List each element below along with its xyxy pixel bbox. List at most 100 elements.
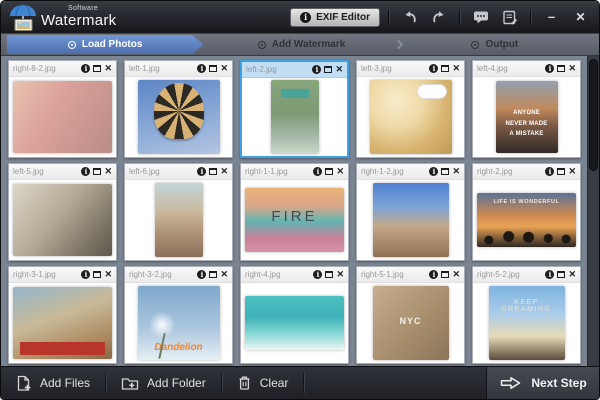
photo-remove-icon[interactable]: ✕: [104, 64, 112, 73]
photo-thumb[interactable]: NYC: [373, 286, 449, 360]
chip-decoration: [281, 89, 309, 98]
photo-info-icon[interactable]: i: [312, 65, 321, 74]
photo-preview-icon[interactable]: [209, 65, 217, 72]
photo-card[interactable]: right-1-2.jpg i ✕: [356, 163, 465, 261]
exif-editor-button[interactable]: i EXIF Editor: [290, 8, 380, 27]
photo-thumb[interactable]: [13, 287, 112, 359]
photo-card-body: [242, 78, 347, 156]
photo-card[interactable]: right-8-2.jpg i ✕: [8, 60, 117, 158]
photo-thumb[interactable]: [245, 296, 344, 350]
photo-filename: left-1.jpg: [129, 64, 194, 73]
photo-card[interactable]: left-1.jpg i ✕: [124, 60, 233, 158]
photo-preview-icon[interactable]: [324, 66, 332, 73]
photo-card[interactable]: left-4.jpg i ✕ ANYONE NEVER MADE A MISTA…: [472, 60, 581, 158]
titlebar[interactable]: Software Watermark i EXIF Editor: [1, 1, 599, 33]
photo-remove-icon[interactable]: ✕: [452, 270, 460, 279]
photo-thumb[interactable]: KEEP DREAMING: [489, 286, 565, 360]
photo-remove-icon[interactable]: ✕: [336, 167, 344, 176]
photo-filename: right-1-2.jpg: [361, 167, 426, 176]
photo-preview-icon[interactable]: [209, 168, 217, 175]
photo-card[interactable]: left-3.jpg i ✕: [356, 60, 465, 158]
photo-preview-icon[interactable]: [93, 65, 101, 72]
photo-card[interactable]: right-5-2.jpg i ✕ KEEP DREAMING: [472, 266, 581, 364]
photo-remove-icon[interactable]: ✕: [568, 270, 576, 279]
photo-preview-icon[interactable]: [557, 65, 565, 72]
photo-info-icon[interactable]: i: [313, 270, 322, 279]
titlebar-actions: i EXIF Editor: [290, 6, 593, 28]
photo-remove-icon[interactable]: ✕: [220, 167, 228, 176]
step-load-photos[interactable]: Load Photos: [7, 35, 203, 54]
photo-remove-icon[interactable]: ✕: [104, 270, 112, 279]
photo-info-icon[interactable]: i: [429, 167, 438, 176]
photo-thumb[interactable]: LIFE IS WONDERFUL: [477, 193, 576, 247]
step-add-watermark[interactable]: Add Watermark: [203, 35, 399, 54]
photo-preview-icon[interactable]: [93, 271, 101, 278]
photo-thumb[interactable]: [13, 184, 112, 256]
photo-remove-icon[interactable]: ✕: [452, 64, 460, 73]
photo-info-icon[interactable]: i: [81, 64, 90, 73]
photo-card[interactable]: right-3-2.jpg i ✕ Dandelion: [124, 266, 233, 364]
photo-thumb[interactable]: [13, 81, 112, 153]
photo-remove-icon[interactable]: ✕: [220, 270, 228, 279]
redo-button[interactable]: [426, 6, 451, 28]
photo-remove-icon[interactable]: ✕: [220, 64, 228, 73]
photo-info-icon[interactable]: i: [197, 167, 206, 176]
minimize-button[interactable]: –: [539, 6, 564, 28]
photo-thumb[interactable]: Dandelion: [138, 286, 220, 360]
photo-remove-icon[interactable]: ✕: [104, 167, 112, 176]
photo-thumb[interactable]: [370, 80, 452, 154]
photo-info-icon[interactable]: i: [545, 64, 554, 73]
clear-button[interactable]: Clear: [222, 367, 304, 399]
photo-info-icon[interactable]: i: [429, 64, 438, 73]
photo-remove-icon[interactable]: ✕: [336, 270, 344, 279]
vertical-scrollbar[interactable]: [587, 56, 599, 366]
photo-info-icon[interactable]: i: [429, 270, 438, 279]
photo-thumb[interactable]: FIRE: [245, 188, 344, 252]
photo-info-icon[interactable]: i: [545, 167, 554, 176]
photo-card[interactable]: left-5.jpg i ✕: [8, 163, 117, 261]
survey-button[interactable]: [497, 6, 522, 28]
photo-info-icon[interactable]: i: [81, 167, 90, 176]
photo-remove-icon[interactable]: ✕: [335, 65, 343, 74]
photo-info-icon[interactable]: i: [197, 64, 206, 73]
photo-thumb[interactable]: [271, 80, 319, 154]
photo-preview-icon[interactable]: [441, 168, 449, 175]
photo-card[interactable]: left-2.jpg i ✕: [240, 60, 349, 158]
photo-info-icon[interactable]: i: [197, 270, 206, 279]
photo-preview-icon[interactable]: [441, 65, 449, 72]
add-folder-button[interactable]: Add Folder: [106, 367, 221, 399]
step-output[interactable]: Output: [397, 35, 593, 54]
photo-remove-icon[interactable]: ✕: [452, 167, 460, 176]
photo-preview-icon[interactable]: [557, 168, 565, 175]
photo-thumb[interactable]: ANYONE NEVER MADE A MISTAKE: [496, 81, 558, 153]
photo-info-icon[interactable]: i: [313, 167, 322, 176]
photo-preview-icon[interactable]: [93, 168, 101, 175]
photo-preview-icon[interactable]: [209, 271, 217, 278]
photo-card[interactable]: left-6.jpg i ✕: [124, 163, 233, 261]
photo-filename: left-4.jpg: [477, 64, 542, 73]
add-files-button[interactable]: Add Files: [1, 367, 105, 399]
next-step-button[interactable]: Next Step: [486, 367, 599, 399]
photo-preview-icon[interactable]: [557, 271, 565, 278]
photo-info-icon[interactable]: i: [81, 270, 90, 279]
photo-card[interactable]: right-4.jpg i ✕: [240, 266, 349, 364]
close-button[interactable]: ✕: [568, 6, 593, 28]
photo-card[interactable]: right-5-1.jpg i ✕ NYC: [356, 266, 465, 364]
photo-preview-icon[interactable]: [441, 271, 449, 278]
photo-info-icon[interactable]: i: [545, 270, 554, 279]
undo-button[interactable]: [397, 6, 422, 28]
scrollbar-thumb[interactable]: [589, 59, 598, 171]
photo-card[interactable]: right-1-1.jpg i ✕ FIRE: [240, 163, 349, 261]
feedback-button[interactable]: [468, 6, 493, 28]
photo-thumb[interactable]: [138, 80, 220, 154]
photo-preview-icon[interactable]: [325, 271, 333, 278]
photo-remove-icon[interactable]: ✕: [568, 64, 576, 73]
photo-card[interactable]: right-2.jpg i ✕ LIFE IS WONDERFUL: [472, 163, 581, 261]
photo-thumb[interactable]: [155, 183, 203, 257]
photo-card-header: right-4.jpg i ✕: [241, 267, 348, 283]
photo-card[interactable]: right-3-1.jpg i ✕: [8, 266, 117, 364]
photo-remove-icon[interactable]: ✕: [568, 167, 576, 176]
dandelion-decoration: [148, 311, 176, 339]
photo-preview-icon[interactable]: [325, 168, 333, 175]
photo-thumb[interactable]: [373, 183, 449, 257]
